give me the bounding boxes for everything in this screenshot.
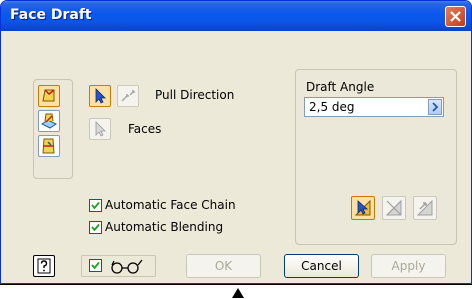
fixed-plane-button[interactable] bbox=[38, 110, 60, 132]
close-button[interactable] bbox=[445, 6, 466, 27]
ok-button[interactable]: OK bbox=[186, 254, 261, 278]
arrow-cursor-icon bbox=[95, 88, 106, 104]
automatic-blending-label[interactable]: Automatic Blending bbox=[105, 220, 223, 234]
draft-direction-button-2[interactable] bbox=[382, 196, 406, 220]
face-draft-dialog: Face Draft Pull Direction Faces Automati… bbox=[0, 0, 472, 284]
fixed-edge-button[interactable] bbox=[38, 85, 60, 107]
draft-direction-icon bbox=[354, 199, 371, 216]
automatic-face-chain-checkbox[interactable] bbox=[89, 199, 102, 212]
draft-direction-button-1[interactable] bbox=[351, 196, 375, 220]
draft-direction-button-3[interactable] bbox=[413, 196, 437, 220]
title-bar[interactable]: Face Draft bbox=[1, 1, 471, 31]
automatic-face-chain-label[interactable]: Automatic Face Chain bbox=[105, 198, 236, 212]
help-icon bbox=[37, 258, 51, 274]
draft-both-icon bbox=[416, 199, 433, 216]
help-button[interactable] bbox=[33, 255, 55, 277]
draft-mode-fixed-edge-icon bbox=[42, 89, 55, 102]
checkmark-icon bbox=[91, 261, 100, 270]
canvas-strip bbox=[0, 284, 472, 299]
draft-angle-value: 2,5 deg bbox=[309, 100, 355, 114]
chevron-right-icon bbox=[432, 102, 439, 112]
parting-line-button[interactable] bbox=[38, 135, 60, 157]
flip-direction-button[interactable] bbox=[117, 85, 139, 107]
faces-select-button[interactable] bbox=[89, 118, 111, 140]
glasses-preview-icon bbox=[111, 259, 143, 274]
cancel-button[interactable]: Cancel bbox=[284, 254, 359, 278]
automatic-blending-checkbox[interactable] bbox=[89, 221, 102, 234]
faces-label: Faces bbox=[128, 122, 162, 136]
arrow-cursor-icon bbox=[95, 121, 106, 137]
pull-direction-label: Pull Direction bbox=[155, 88, 235, 102]
draft-angle-expand-button[interactable] bbox=[428, 99, 442, 115]
draft-mode-fixed-plane-icon bbox=[41, 113, 57, 129]
draft-angle-label: Draft Angle bbox=[306, 80, 375, 94]
direction-arrow-icon bbox=[232, 288, 244, 298]
draft-mode-parting-line-icon bbox=[42, 138, 55, 154]
apply-button[interactable]: Apply bbox=[371, 254, 446, 278]
draft-angle-input[interactable]: 2,5 deg bbox=[304, 97, 444, 117]
window-title: Face Draft bbox=[10, 7, 92, 23]
close-icon bbox=[450, 11, 461, 22]
preview-checkbox[interactable] bbox=[89, 259, 102, 272]
checkmark-icon bbox=[91, 223, 100, 232]
draft-flip-icon bbox=[385, 199, 402, 216]
flip-arrows-icon bbox=[121, 90, 135, 102]
checkmark-icon bbox=[91, 201, 100, 210]
pull-direction-select-button[interactable] bbox=[89, 85, 111, 107]
